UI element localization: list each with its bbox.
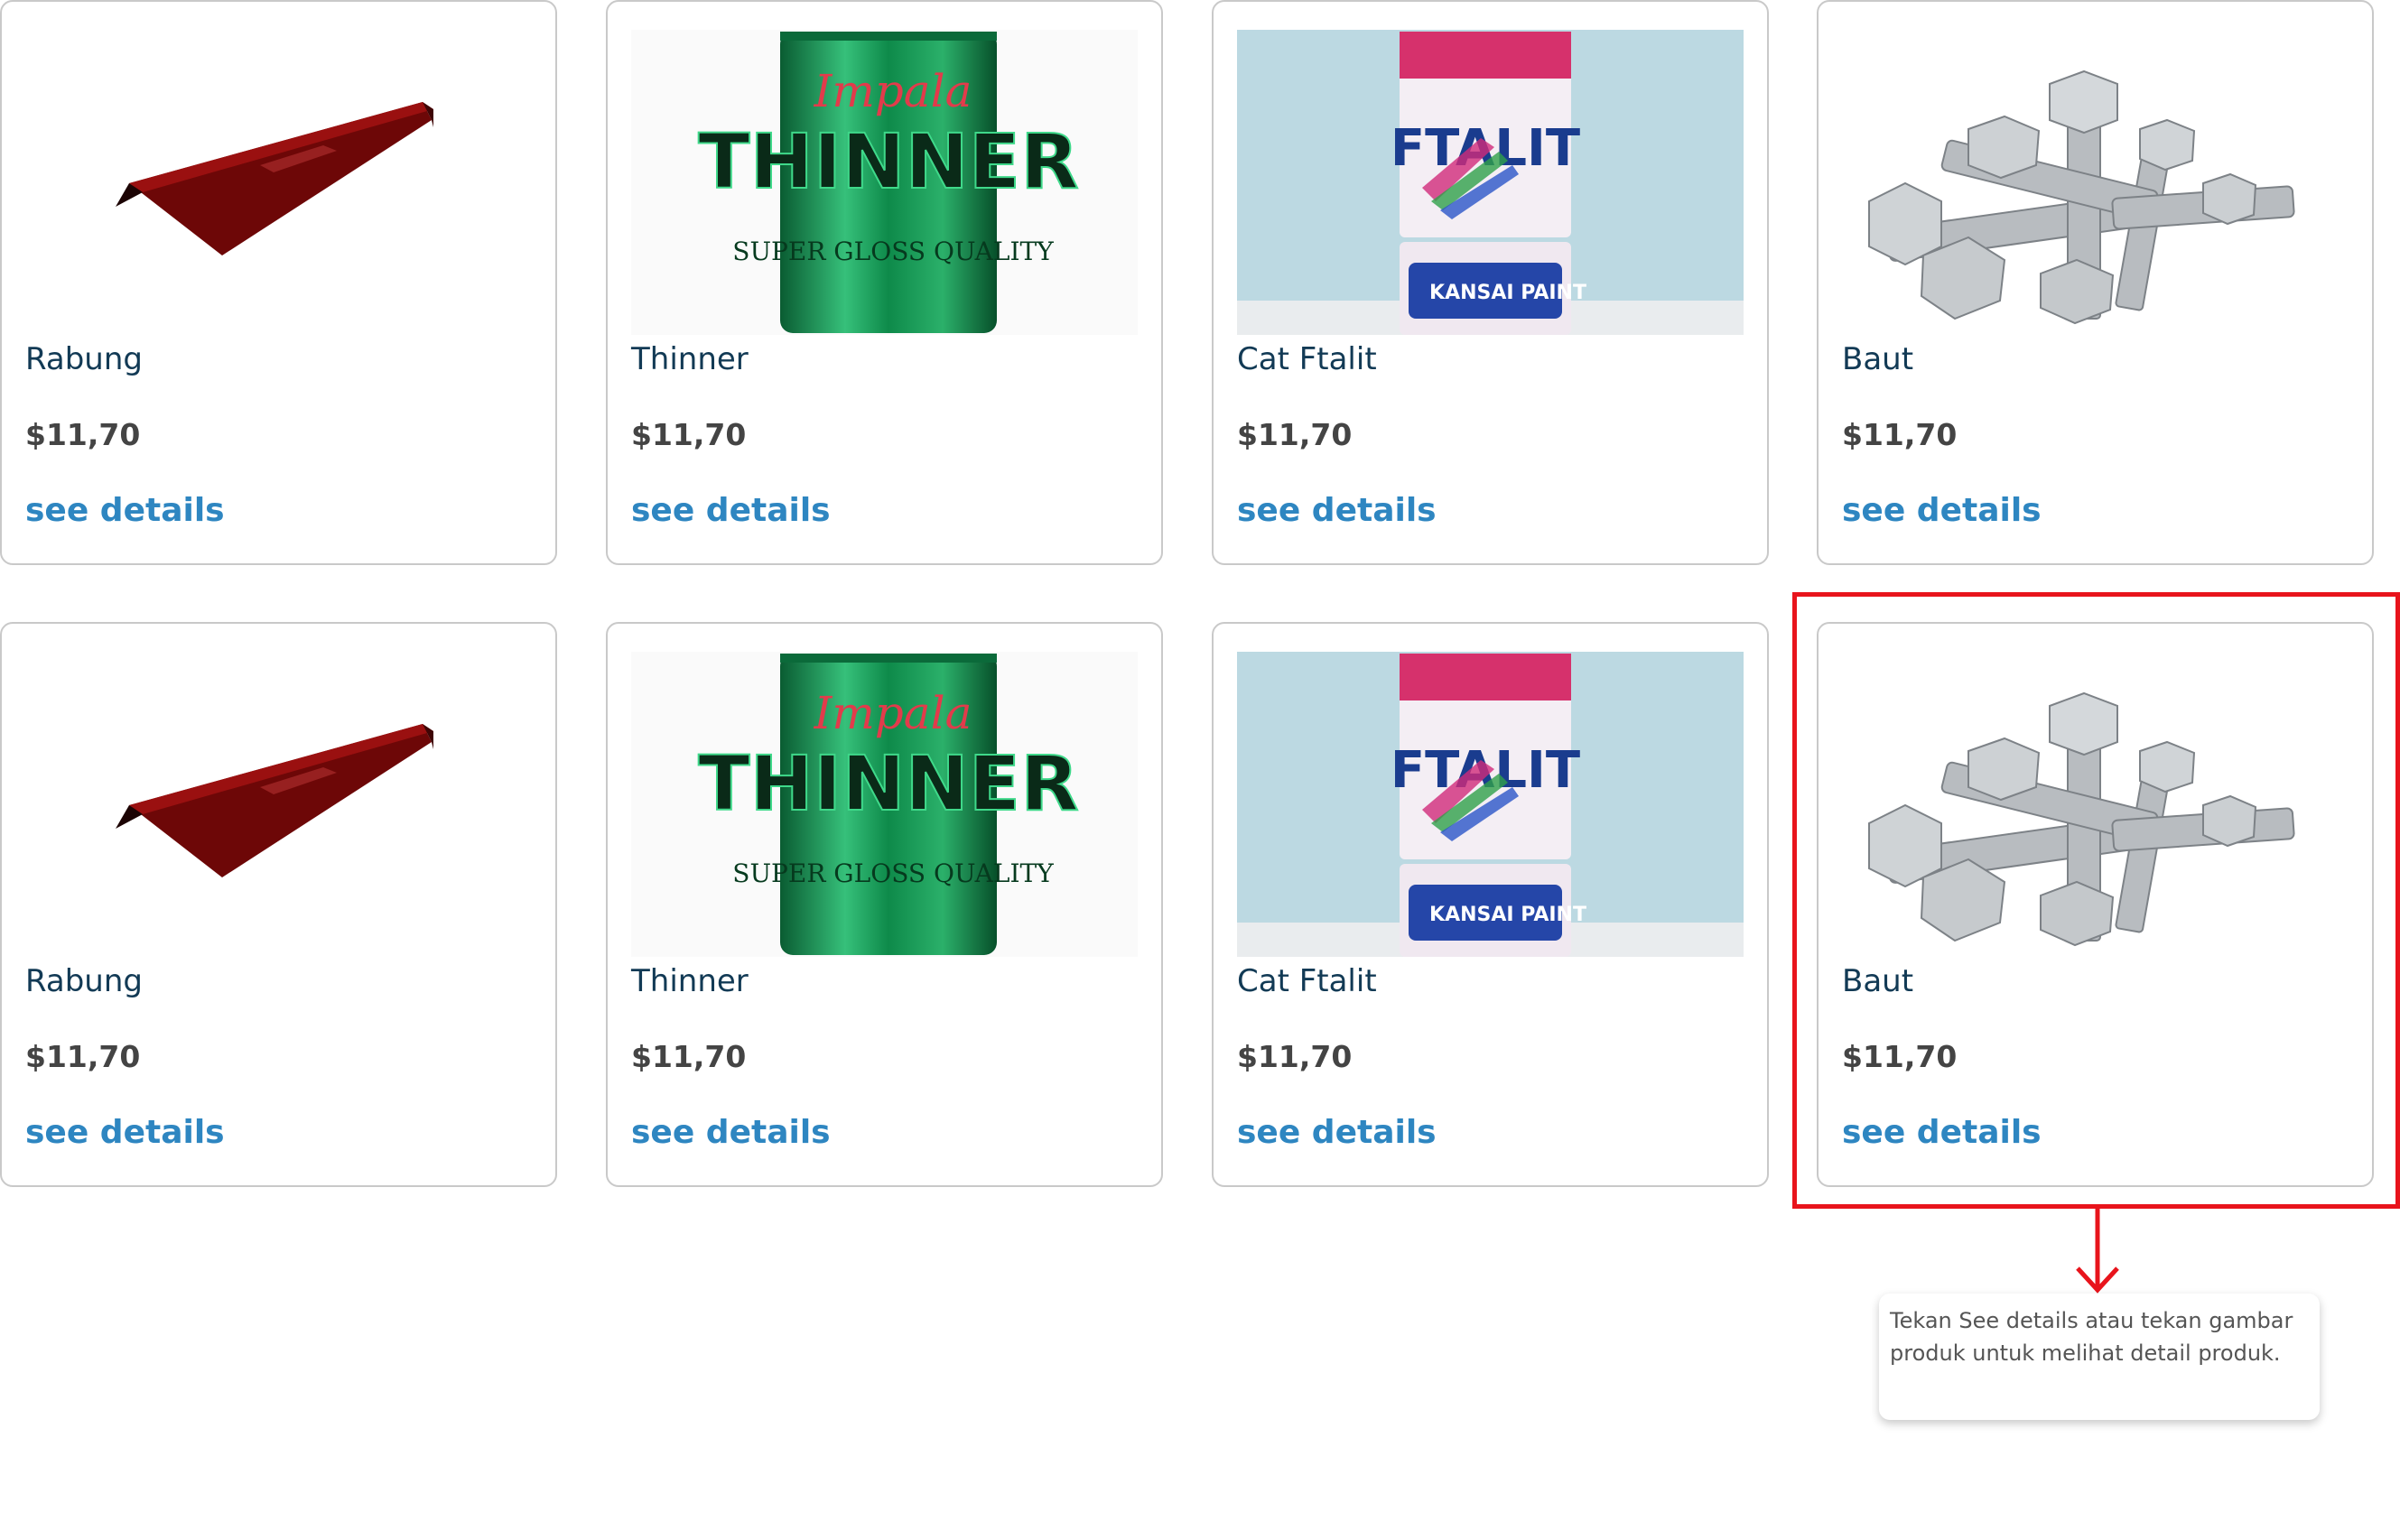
image-label: SUPER GLOSS QUALITY [732,858,1054,888]
see-details-link[interactable]: see details [1842,492,2042,529]
thinner-can-image[interactable]: Impala THINNER SUPER GLOSS QUALITY [631,652,1138,957]
thinner-can-image[interactable]: Impala THINNER SUPER GLOSS QUALITY [631,30,1138,335]
product-name: Rabung [25,963,143,999]
product-price: $11,70 [631,417,747,452]
product-card[interactable]: Baut $11,70 see details [1817,0,2374,565]
roof-ridge-image[interactable] [25,652,532,957]
product-price: $11,70 [1237,417,1353,452]
image-label: Impala [814,65,972,117]
product-card[interactable]: Rabung $11,70 see details [0,622,557,1187]
product-image[interactable]: FTALIT KANSAI PAINT [1237,30,1744,335]
see-details-link[interactable]: see details [631,1114,831,1151]
see-details-link[interactable]: see details [25,492,225,529]
arrow-down-icon [2076,1209,2119,1294]
image-label: KANSAI PAINT [1429,282,1586,304]
roof-ridge-image[interactable] [25,30,532,335]
product-name: Cat Ftalit [1237,963,1377,999]
image-label: Impala [814,687,972,739]
highlight-box [1792,592,2400,1209]
product-price: $11,70 [25,417,141,452]
product-price: $11,70 [1237,1039,1353,1074]
see-details-link[interactable]: see details [1237,492,1437,529]
see-details-link[interactable]: see details [25,1114,225,1151]
product-image[interactable]: FTALIT KANSAI PAINT [1237,652,1744,957]
paint-can-image[interactable]: FTALIT KANSAI PAINT [1237,652,1744,957]
bolts-image[interactable] [1842,30,2349,335]
product-name: Rabung [25,341,143,377]
see-details-link[interactable]: see details [631,492,831,529]
product-image[interactable] [25,30,532,335]
product-name: Thinner [631,341,749,377]
product-price: $11,70 [631,1039,747,1074]
product-price: $11,70 [25,1039,141,1074]
product-image[interactable]: Impala THINNER SUPER GLOSS QUALITY [631,30,1138,335]
see-details-link[interactable]: see details [1237,1114,1437,1151]
product-card[interactable]: FTALIT KANSAI PAINT Cat Ftalit $11,70 see … [1212,0,1769,565]
paint-can-image[interactable]: FTALIT KANSAI PAINT [1237,30,1744,335]
instruction-tooltip: Tekan See details atau tekan gambar prod… [1879,1294,2320,1420]
product-card[interactable]: Impala THINNER SUPER GLOSS QUALITY Thinn… [606,622,1163,1187]
image-label: THINNER [698,117,1079,206]
product-name: Baut [1842,341,1914,377]
image-label: THINNER [698,739,1079,828]
product-name: Thinner [631,963,749,999]
instruction-text: Tekan See details atau tekan gambar prod… [1890,1308,2293,1366]
product-name: Cat Ftalit [1237,341,1377,377]
product-card[interactable]: Rabung $11,70 see details [0,0,557,565]
product-card[interactable]: Impala THINNER SUPER GLOSS QUALITY Thinn… [606,0,1163,565]
image-label: KANSAI PAINT [1429,904,1586,926]
product-image[interactable]: Impala THINNER SUPER GLOSS QUALITY [631,652,1138,957]
product-price: $11,70 [1842,417,1958,452]
product-image[interactable] [1842,30,2349,335]
image-label: SUPER GLOSS QUALITY [732,237,1054,266]
product-card[interactable]: FTALIT KANSAI PAINT Cat Ftalit $11,70 see … [1212,622,1769,1187]
product-image[interactable] [25,652,532,957]
